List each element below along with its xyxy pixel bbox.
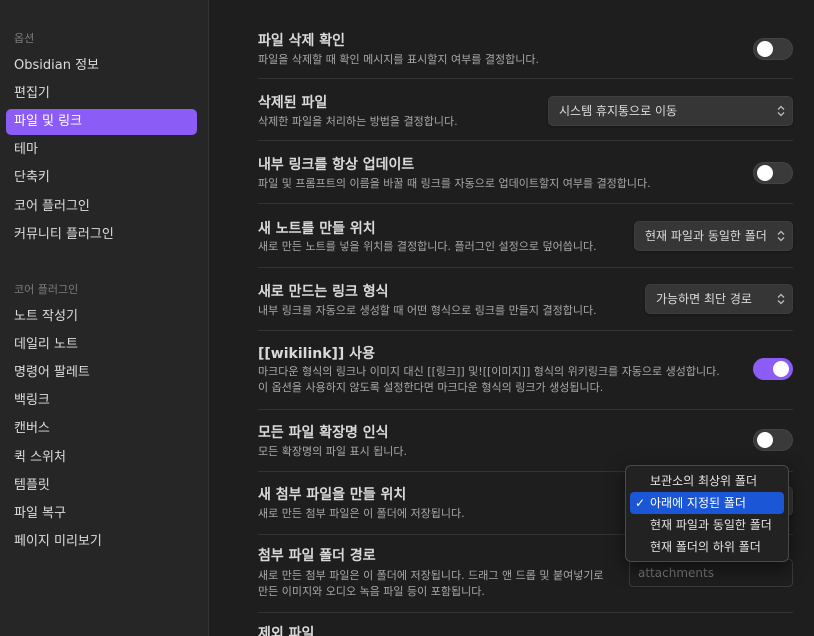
sidebar-item-templates[interactable]: 템플릿 bbox=[6, 473, 197, 499]
menu-item-label: 현재 폴더의 하위 폴더 bbox=[650, 540, 761, 554]
setting-description: 삭제한 파일을 처리하는 방법을 결정합니다. bbox=[258, 115, 458, 128]
toggle-knob bbox=[757, 41, 773, 57]
setting-excluded-files: 제외 파일 bbox=[258, 613, 793, 636]
confirm-delete-toggle[interactable] bbox=[753, 38, 793, 60]
wikilink-toggle[interactable] bbox=[753, 358, 793, 380]
all-extensions-toggle[interactable] bbox=[753, 429, 793, 451]
toggle-knob bbox=[773, 361, 789, 377]
setting-link-format: 새로 만드는 링크 형식 내부 링크를 자동으로 생성할 때 어떤 형식으로 링… bbox=[258, 268, 793, 331]
setting-name: 내부 링크를 항상 업데이트 bbox=[258, 157, 415, 173]
sidebar-item-backlinks[interactable]: 백링크 bbox=[6, 388, 197, 414]
chevron-updown-icon bbox=[777, 230, 785, 242]
sidebar-item-quick-switcher[interactable]: 퀵 스위처 bbox=[6, 445, 197, 471]
setting-name: 새로 만드는 링크 형식 bbox=[258, 284, 389, 300]
chevron-updown-icon bbox=[777, 105, 785, 117]
sidebar-item-community-plugins[interactable]: 커뮤니티 플러그인 bbox=[6, 222, 197, 248]
menu-item-vault-root[interactable]: 보관소의 최상위 폴더 bbox=[630, 470, 784, 492]
sidebar-item-about[interactable]: Obsidian 정보 bbox=[6, 53, 197, 79]
setting-description: 파일 및 프롬프트의 이름을 바꿀 때 링크를 자동으로 업데이트할지 여부를 … bbox=[258, 177, 651, 190]
toggle-knob bbox=[757, 165, 773, 181]
menu-item-subfolder[interactable]: 현재 폴더의 하위 폴더 bbox=[630, 536, 784, 558]
attachment-path-input[interactable] bbox=[629, 559, 793, 587]
setting-all-extensions: 모든 파일 확장명 인식 모든 확장명의 파일 표시 됩니다. bbox=[258, 410, 793, 472]
setting-name: 파일 삭제 확인 bbox=[258, 33, 346, 49]
setting-deleted-files: 삭제된 파일 삭제한 파일을 처리하는 방법을 결정합니다. 시스템 휴지통으로… bbox=[258, 79, 793, 141]
menu-item-label: 현재 파일과 동일한 폴더 bbox=[650, 518, 772, 532]
sidebar-item-hotkeys[interactable]: 단축키 bbox=[6, 165, 197, 191]
link-format-dropdown[interactable]: 가능하면 최단 경로 bbox=[645, 284, 793, 314]
setting-name: 첨부 파일 폴더 경로 bbox=[258, 548, 376, 564]
menu-item-specified-folder[interactable]: ✓ 아래에 지정된 폴더 bbox=[630, 492, 784, 514]
sidebar-item-daily-notes[interactable]: 데일리 노트 bbox=[6, 332, 197, 358]
setting-new-note-location: 새 노트를 만들 위치 새로 만든 노트를 넣을 위치를 결정합니다. 플러그인… bbox=[258, 204, 793, 268]
sidebar-section-core-plugins: 코어 플러그인 bbox=[14, 283, 79, 296]
setting-description-2: 이 옵션을 사용하지 않도록 설정한다면 마크다운 형식의 링크가 생성됩니다. bbox=[258, 381, 604, 394]
setting-confirm-delete: 파일 삭제 확인 파일을 삭제할 때 확인 메시지를 표시할지 여부를 결정합니… bbox=[258, 20, 793, 79]
setting-description: 내부 링크를 자동으로 생성할 때 어떤 형식으로 링크를 만들지 결정합니다. bbox=[258, 304, 597, 317]
sidebar-item-note-composer[interactable]: 노트 작성기 bbox=[6, 304, 197, 330]
menu-item-same-folder[interactable]: 현재 파일과 동일한 폴더 bbox=[630, 514, 784, 536]
setting-description: 새로 만든 노트를 넣을 위치를 결정합니다. 플러그인 설정으로 덮어씁니다. bbox=[258, 240, 597, 253]
dropdown-value: 가능하면 최단 경로 bbox=[656, 292, 752, 306]
sidebar-item-editor[interactable]: 편집기 bbox=[6, 81, 197, 107]
sidebar-item-file-recovery[interactable]: 파일 복구 bbox=[6, 501, 197, 527]
attachment-location-menu: 보관소의 최상위 폴더 ✓ 아래에 지정된 폴더 현재 파일과 동일한 폴더 현재… bbox=[625, 465, 789, 562]
sidebar-item-appearance[interactable]: 테마 bbox=[6, 137, 197, 163]
setting-description-2: 만든 이미지와 오디오 녹음 파일 등이 포함됩니다. bbox=[258, 585, 485, 598]
setting-description: 새로 만든 첨부 파일은 이 폴더에 저장됩니다. 드래그 앤 드롭 및 붙여넣… bbox=[258, 569, 604, 582]
update-links-toggle[interactable] bbox=[753, 162, 793, 184]
chevron-updown-icon bbox=[777, 293, 785, 305]
setting-name: 새 노트를 만들 위치 bbox=[258, 221, 376, 237]
sidebar-item-command-palette[interactable]: 명령어 팔레트 bbox=[6, 360, 197, 386]
menu-item-label: 아래에 지정된 폴더 bbox=[650, 496, 746, 510]
dropdown-value: 시스템 휴지통으로 이동 bbox=[559, 104, 678, 118]
setting-update-links: 내부 링크를 항상 업데이트 파일 및 프롬프트의 이름을 바꿀 때 링크를 자… bbox=[258, 141, 793, 204]
setting-description: 파일을 삭제할 때 확인 메시지를 표시할지 여부를 결정합니다. bbox=[258, 53, 539, 66]
new-note-location-dropdown[interactable]: 현재 파일과 동일한 폴더 bbox=[634, 221, 793, 251]
dropdown-value: 현재 파일과 동일한 폴더 bbox=[645, 229, 767, 243]
setting-description: 마크다운 형식의 링크나 이미지 대신 [[링크]] 및![[이미지]] 형식의… bbox=[258, 365, 720, 378]
setting-wikilink: [[wikilink]] 사용 마크다운 형식의 링크나 이미지 대신 [[링크… bbox=[258, 331, 793, 410]
checkmark-icon: ✓ bbox=[635, 496, 646, 510]
sidebar-section-options: 옵션 bbox=[14, 32, 35, 45]
setting-description: 모든 확장명의 파일 표시 됩니다. bbox=[258, 445, 408, 458]
setting-name: [[wikilink]] 사용 bbox=[258, 346, 375, 362]
setting-name: 삭제된 파일 bbox=[258, 95, 328, 111]
settings-sidebar: 옵션 Obsidian 정보 편집기 파일 및 링크 테마 단축키 코어 플러그… bbox=[0, 0, 209, 636]
setting-name: 제외 파일 bbox=[258, 626, 315, 636]
setting-name: 모든 파일 확장명 인식 bbox=[258, 425, 389, 441]
setting-name: 새 첨부 파일을 만들 위치 bbox=[258, 487, 407, 503]
setting-description: 새로 만든 첨부 파일은 이 폴더에 저장됩니다. bbox=[258, 507, 465, 520]
menu-item-label: 보관소의 최상위 폴더 bbox=[650, 474, 757, 488]
deleted-files-dropdown[interactable]: 시스템 휴지통으로 이동 bbox=[548, 96, 793, 126]
toggle-knob bbox=[757, 432, 773, 448]
sidebar-item-files-links[interactable]: 파일 및 링크 bbox=[6, 109, 197, 135]
sidebar-item-canvas[interactable]: 캔버스 bbox=[6, 416, 197, 442]
sidebar-item-core-plugins[interactable]: 코어 플러그인 bbox=[6, 194, 197, 220]
sidebar-item-page-preview[interactable]: 페이지 미리보기 bbox=[6, 529, 197, 555]
